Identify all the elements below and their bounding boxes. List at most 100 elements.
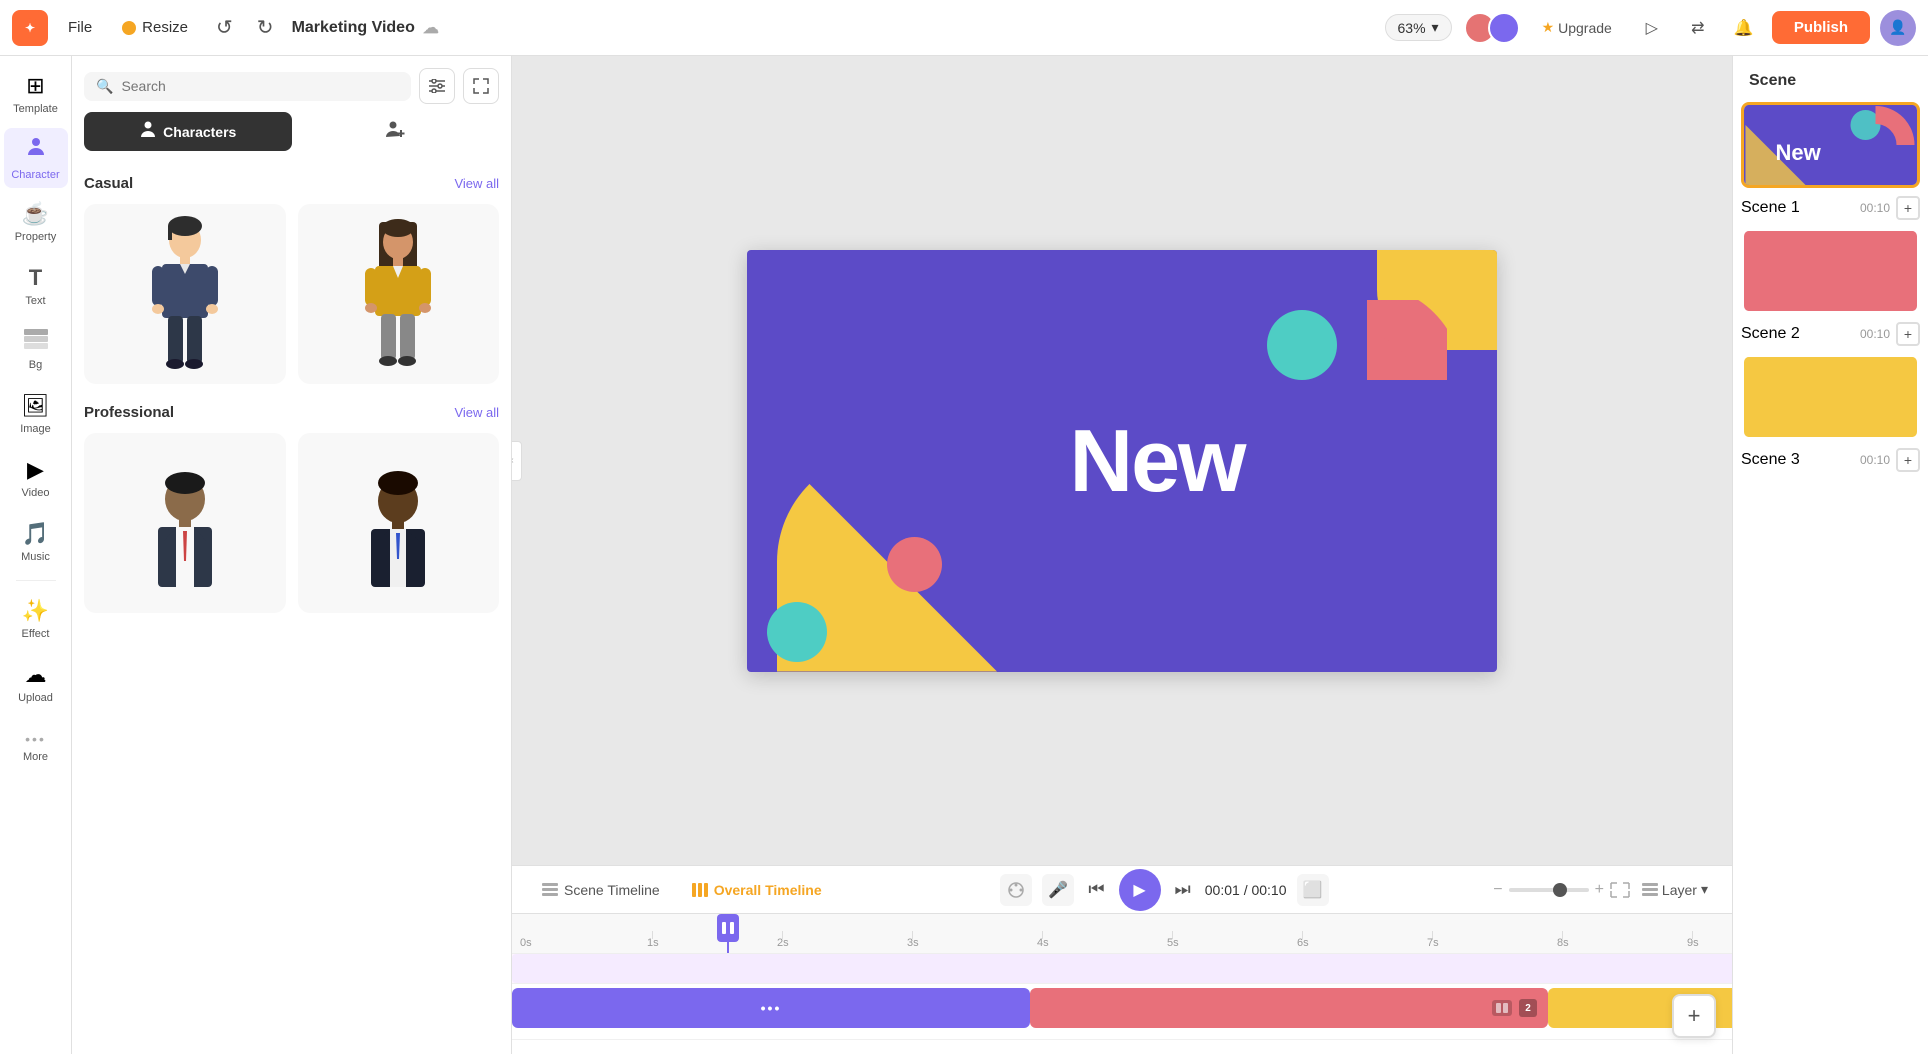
casual-female-svg	[353, 212, 443, 372]
sidebar-item-text[interactable]: T Text	[4, 256, 68, 316]
text-label: Text	[25, 295, 45, 307]
casual-female-card[interactable]	[298, 204, 500, 384]
casual-section-header: Casual View all	[84, 175, 499, 192]
sidebar-item-property[interactable]: ☕ Property	[4, 192, 68, 252]
casual-male-card[interactable]	[84, 204, 286, 384]
scene-2-add-button[interactable]: +	[1896, 322, 1920, 346]
scene-block-2[interactable]: 2	[1030, 988, 1548, 1028]
scene-1-thumbnail[interactable]: New	[1741, 102, 1920, 188]
scene-3-preview	[1744, 357, 1917, 437]
play-button[interactable]: ▶	[1119, 869, 1161, 911]
main-layout: ⊞ Template Character ☕ Property T Text B…	[0, 56, 1928, 1054]
professional-male2-card[interactable]	[298, 433, 500, 613]
tab-characters[interactable]: Characters	[84, 112, 292, 151]
collapse-panel-button[interactable]: ‹	[512, 441, 522, 481]
shape-teal-circle-bottom	[767, 602, 827, 662]
professional-character-grid	[84, 433, 499, 613]
undo-button[interactable]: ↺	[210, 11, 239, 44]
property-icon: ☕	[22, 201, 49, 227]
search-box[interactable]: 🔍	[84, 72, 411, 101]
scene-3-thumbnail[interactable]	[1741, 354, 1920, 440]
microphone-button[interactable]: 🎤	[1042, 874, 1074, 906]
scene-2-label: Scene 2	[1741, 325, 1800, 343]
scene-1-add-button[interactable]: +	[1896, 196, 1920, 220]
sidebar-item-more[interactable]: ••• More	[4, 717, 68, 777]
redo-button[interactable]: ↻	[251, 11, 280, 44]
zoom-thumb[interactable]	[1553, 883, 1567, 897]
file-menu[interactable]: File	[60, 15, 100, 40]
timeline-scrollable[interactable]: 0s 1s 2s 3s 4s 5s 6s	[512, 914, 1732, 1054]
search-input[interactable]	[121, 78, 399, 94]
scene2-indicator	[1492, 1000, 1512, 1016]
sidebar-item-template[interactable]: ⊞ Template	[4, 64, 68, 124]
text-icon: T	[29, 265, 42, 291]
share-button[interactable]: ⇄	[1680, 10, 1716, 46]
expand-timeline-icon[interactable]	[1610, 882, 1630, 898]
scene-2-time: 00:10	[1860, 327, 1890, 341]
scene-2-thumbnail[interactable]	[1741, 228, 1920, 314]
layer-button[interactable]: Layer ▾	[1634, 877, 1716, 902]
prof-male2-svg	[353, 471, 443, 601]
canvas[interactable]: New	[747, 250, 1497, 672]
character-label: Character	[11, 169, 59, 181]
collaborator-avatars	[1464, 12, 1520, 44]
scene-timeline-tab[interactable]: Scene Timeline	[528, 876, 674, 904]
skip-back-button[interactable]: ⏮	[1084, 875, 1108, 904]
playhead-handle[interactable]	[717, 914, 739, 942]
professional-male1-card[interactable]	[84, 433, 286, 613]
sidebar-item-effect[interactable]: ✨ Effect	[4, 589, 68, 649]
professional-title: Professional	[84, 404, 174, 421]
tab-add-character[interactable]	[292, 112, 500, 151]
publish-button[interactable]: Publish	[1772, 11, 1870, 44]
sidebar-item-video[interactable]: ▶ Video	[4, 448, 68, 508]
more-label: More	[23, 751, 48, 763]
animation-button[interactable]	[1000, 874, 1032, 906]
avatar-2	[1488, 12, 1520, 44]
scene1-dots: •••	[761, 1000, 782, 1016]
playhead[interactable]	[727, 914, 729, 953]
notifications-button[interactable]: 🔔	[1726, 10, 1762, 46]
scene-1-time: 00:10	[1860, 201, 1890, 215]
time-display: 00:01 / 00:10	[1205, 882, 1287, 898]
track-selection-row	[512, 954, 1732, 984]
user-avatar[interactable]: 👤	[1880, 10, 1916, 46]
scene-2-preview	[1744, 231, 1917, 311]
scene-3-time: 00:10	[1860, 453, 1890, 467]
canvas-wrapper: New	[747, 250, 1497, 672]
template-icon: ⊞	[26, 73, 44, 99]
subtitles-button[interactable]: ⬜	[1297, 874, 1329, 906]
skip-forward-button[interactable]: ⏭	[1171, 875, 1195, 904]
scene-1-label: Scene 1	[1741, 199, 1800, 217]
zoom-track[interactable]	[1509, 888, 1589, 892]
panel-tab-bar: Characters	[72, 112, 511, 159]
right-panel-title: Scene	[1733, 56, 1928, 98]
sidebar-item-bg[interactable]: Bg	[4, 320, 68, 380]
zoom-control[interactable]: 63% ▾	[1385, 14, 1452, 41]
timeline-ruler: 0s 1s 2s 3s 4s 5s 6s	[512, 914, 1732, 954]
resize-button[interactable]: Resize	[112, 15, 198, 40]
scene-block-1[interactable]: •••	[512, 988, 1030, 1028]
app-logo[interactable]: ✦	[12, 10, 48, 46]
play-preview-button[interactable]: ▷	[1634, 10, 1670, 46]
filter-button[interactable]	[419, 68, 455, 104]
sidebar-item-character[interactable]: Character	[4, 128, 68, 188]
professional-view-all[interactable]: View all	[454, 405, 499, 420]
sidebar-item-image[interactable]: 🖼 Image	[4, 384, 68, 444]
icon-sidebar: ⊞ Template Character ☕ Property T Text B…	[0, 56, 72, 1054]
zoom-minus[interactable]: −	[1493, 881, 1502, 899]
zoom-plus[interactable]: +	[1595, 881, 1604, 899]
sidebar-item-upload[interactable]: ☁ Upload	[4, 653, 68, 713]
sidebar-item-music[interactable]: 🎵 Music	[4, 512, 68, 572]
upgrade-button[interactable]: ★ Upgrade	[1530, 13, 1624, 42]
video-label: Video	[22, 487, 50, 499]
expand-button[interactable]	[463, 68, 499, 104]
timeline-inner: 0s 1s 2s 3s 4s 5s 6s	[512, 914, 1732, 1054]
casual-character-grid	[84, 204, 499, 384]
right-panel: Scene New Scene 1 00:10 +	[1732, 56, 1928, 1054]
casual-view-all[interactable]: View all	[454, 176, 499, 191]
scene-3-add-button[interactable]: +	[1896, 448, 1920, 472]
overall-timeline-tab[interactable]: Overall Timeline	[678, 876, 836, 904]
add-track-button[interactable]: +	[1672, 994, 1716, 1038]
ruler-2s: 2s	[777, 937, 789, 949]
prof-male1-svg	[140, 471, 230, 601]
